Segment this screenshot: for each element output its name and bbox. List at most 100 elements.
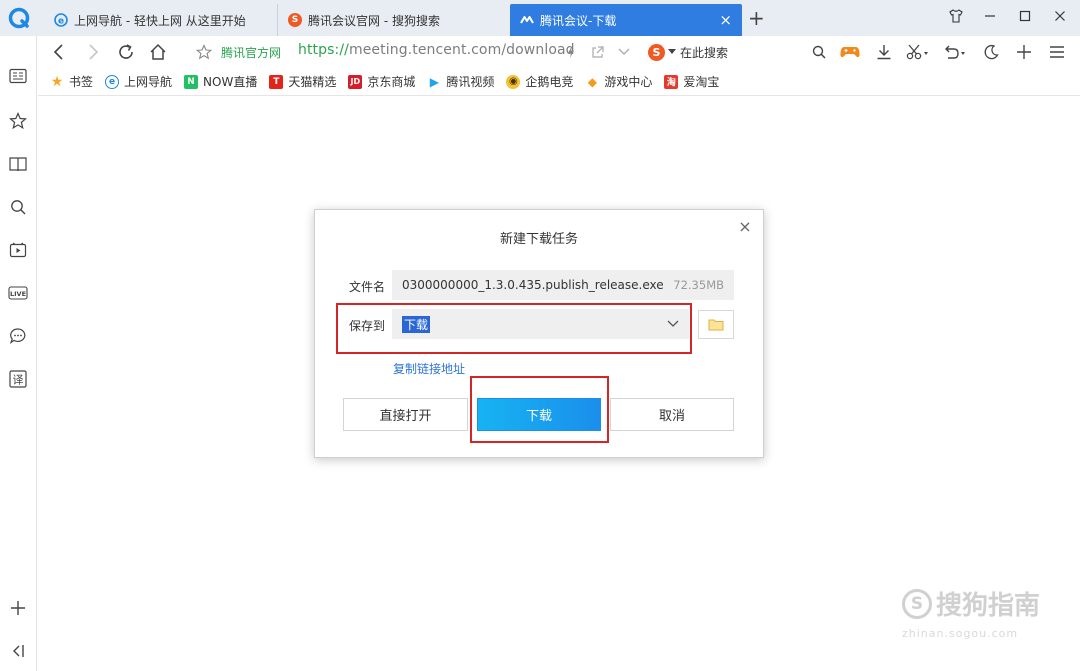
now-live-icon: N — [184, 74, 199, 89]
star-icon: ★ — [50, 73, 64, 90]
bookmark-ai-taobao[interactable]: 淘 爱淘宝 — [664, 73, 719, 90]
bookmark-bookmarks[interactable]: ★ 书签 — [50, 73, 93, 90]
svg-text:e: e — [58, 17, 64, 27]
url-path: meeting.tencent.com/download — [348, 42, 575, 58]
bookmark-label: 游戏中心 — [604, 75, 653, 89]
chat-icon[interactable] — [7, 325, 29, 347]
tab-navigation[interactable]: e 上网导航 - 轻快上网 从这里开始 — [44, 4, 276, 36]
official-site-badge: 腾讯官方网 — [221, 46, 282, 60]
search-engine-box[interactable]: S 在此搜索 — [648, 42, 728, 62]
saveto-select[interactable]: 下载 — [392, 309, 689, 339]
filename-value: 0300000000_1.3.0.435.publish_release.exe — [402, 278, 664, 292]
download-icon[interactable] — [873, 42, 895, 62]
chevron-down-icon[interactable] — [613, 42, 635, 62]
game-center-icon: ◆ — [587, 74, 597, 89]
bookmark-label: 腾讯视频 — [446, 75, 495, 89]
tab-label: 腾讯会议-下载 — [540, 13, 617, 28]
new-download-dialog: 新建下载任务 × 文件名 0300000000_1.3.0.435.publis… — [314, 209, 764, 458]
cancel-button[interactable]: 取消 — [610, 398, 734, 431]
ie-e-icon: e — [105, 74, 120, 89]
address-toolbar: 腾讯官方网 https://meeting.tencent.com/downlo… — [38, 36, 1080, 68]
saveto-value: 下载 — [402, 315, 431, 333]
bookmark-navigation[interactable]: e 上网导航 — [105, 73, 172, 90]
back-icon[interactable] — [48, 42, 70, 62]
bookmark-now-live[interactable]: N NOW直播 — [184, 73, 257, 90]
watermark: S 搜狗指南 — [902, 585, 1040, 622]
maximize-icon[interactable] — [1013, 6, 1037, 26]
search-icon[interactable] — [808, 42, 830, 62]
download-highlight — [470, 376, 609, 443]
bookmark-penguin-esports[interactable]: ◉ 企鹅电竞 — [506, 73, 573, 90]
bookmark-label: 爱淘宝 — [683, 75, 720, 89]
gamepad-icon[interactable] — [839, 42, 861, 62]
star-bookmark-icon[interactable] — [193, 42, 215, 62]
tab-sogou-search[interactable]: S 腾讯会议官网 - 搜狗搜索 — [277, 4, 509, 36]
tab-label: 上网导航 - 轻快上网 从这里开始 — [74, 13, 246, 28]
bookmark-label: 书签 — [69, 75, 94, 89]
left-sidebar: LIVE 译 — [0, 36, 37, 671]
undo-icon[interactable] — [941, 42, 969, 62]
tab-tencent-meeting-download[interactable]: 腾讯会议-下载 × — [510, 4, 742, 36]
open-directly-button[interactable]: 直接打开 — [343, 398, 468, 431]
sidebar-search-icon[interactable] — [7, 196, 29, 218]
browser-logo-icon[interactable] — [8, 7, 30, 29]
browse-folder-button[interactable] — [698, 310, 734, 339]
tab-label: 腾讯会议官网 - 搜狗搜索 — [308, 13, 440, 28]
bookmark-label: 天猫精选 — [288, 75, 337, 89]
share-icon[interactable] — [587, 42, 609, 62]
svg-text:LIVE: LIVE — [10, 290, 26, 298]
translate-icon[interactable]: 译 — [7, 368, 29, 390]
ie-e-icon: e — [54, 13, 68, 27]
bookmark-game-center[interactable]: ◆ 游戏中心 — [585, 73, 653, 90]
chevron-down-icon — [667, 320, 679, 327]
sogou-icon: S — [648, 43, 665, 61]
penguin-esports-icon: ◉ — [506, 74, 521, 89]
live-icon[interactable]: LIVE — [7, 282, 29, 304]
bookmark-tencent-video[interactable]: ▶ 腾讯视频 — [427, 73, 495, 90]
bookmark-jd[interactable]: JD 京东商城 — [348, 73, 415, 90]
url-field[interactable]: https://meeting.tencent.com/download — [298, 42, 575, 58]
collapse-sidebar-icon[interactable] — [7, 640, 29, 662]
close-tab-icon[interactable]: × — [719, 12, 732, 28]
video-icon[interactable] — [7, 239, 29, 261]
watermark-logo: S — [902, 588, 932, 619]
ai-taobao-icon: 淘 — [664, 74, 679, 89]
forward-icon[interactable] — [82, 42, 104, 62]
bookmark-tmall[interactable]: T 天猫精选 — [269, 73, 336, 90]
tab-strip: e 上网导航 - 轻快上网 从这里开始 S 腾讯会议官网 - 搜狗搜索 腾讯会议… — [0, 0, 1080, 36]
plus-icon[interactable] — [1013, 42, 1035, 62]
scissors-icon[interactable] — [904, 42, 932, 62]
copy-link-address[interactable]: 复制链接地址 — [393, 360, 465, 377]
filename-field[interactable]: 0300000000_1.3.0.435.publish_release.exe… — [392, 270, 734, 300]
home-icon[interactable] — [147, 42, 169, 62]
watermark-text: 搜狗指南 — [936, 591, 1041, 621]
close-icon[interactable]: × — [737, 217, 753, 236]
shirt-skin-icon[interactable] — [944, 6, 968, 26]
bookmark-label: NOW直播 — [203, 75, 258, 89]
sidebar-add-icon[interactable] — [7, 597, 29, 619]
folder-icon — [708, 319, 724, 331]
night-mode-icon[interactable] — [980, 42, 1002, 62]
tencent-video-icon: ▶ — [429, 74, 439, 89]
news-icon[interactable] — [7, 65, 29, 87]
new-tab-button[interactable]: + — [748, 8, 765, 28]
refresh-icon[interactable] — [115, 42, 137, 62]
url-scheme: https:// — [298, 42, 349, 58]
engine-dropdown-icon — [668, 49, 676, 54]
close-window-icon[interactable] — [1048, 6, 1072, 26]
lightning-icon[interactable] — [560, 42, 582, 62]
minimize-icon[interactable] — [978, 6, 1002, 26]
sogou-icon: S — [288, 13, 302, 27]
tmall-icon: T — [269, 74, 284, 89]
reader-book-icon[interactable] — [7, 153, 29, 175]
menu-icon[interactable] — [1046, 42, 1068, 62]
dialog-title: 新建下载任务 — [499, 232, 578, 247]
favorites-star-icon[interactable] — [7, 110, 29, 132]
bookmark-label: 京东商城 — [367, 75, 416, 89]
bookmark-label: 上网导航 — [124, 75, 173, 89]
svg-text:译: 译 — [13, 373, 24, 386]
bookmarks-bar: ★ 书签 e 上网导航 N NOW直播 T 天猫精选 JD 京东商城 ▶ 腾讯视… — [38, 68, 1080, 96]
bookmark-label: 企鹅电竞 — [525, 75, 574, 89]
search-input[interactable]: 在此搜索 — [680, 44, 728, 61]
jd-icon: JD — [348, 74, 363, 89]
